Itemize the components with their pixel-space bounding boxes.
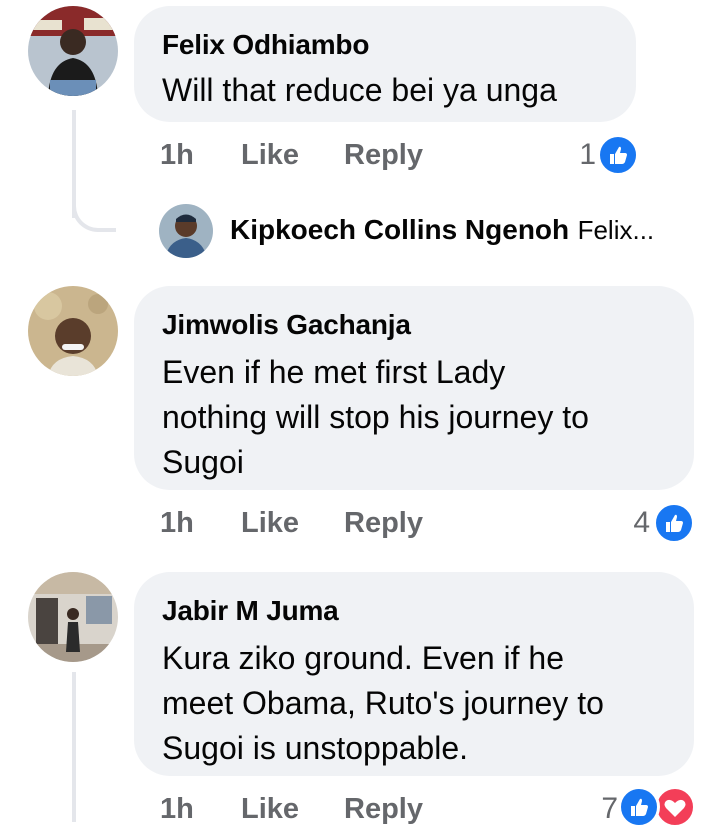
comment-text-line: Sugoi xyxy=(162,444,244,480)
avatar[interactable] xyxy=(159,204,213,258)
like-reaction-icon xyxy=(597,134,639,176)
reaction-count[interactable]: 4 xyxy=(614,506,650,540)
comment-text-line: Even if he met first Lady xyxy=(162,354,506,390)
comment-text: Kura ziko ground. Even if he meet Obama,… xyxy=(162,636,668,771)
comment-text-line: Kura ziko ground. Even if he xyxy=(162,640,565,676)
like-reaction-icon xyxy=(653,502,695,544)
comment-text: Will that reduce bei ya unga xyxy=(162,72,557,108)
comment-text: Even if he met first Lady nothing will s… xyxy=(162,350,668,485)
comment-text-line: nothing will stop his journey to xyxy=(162,399,589,435)
comment-timestamp[interactable]: 1h xyxy=(160,792,194,826)
reply-author[interactable]: Kipkoech Collins Ngenoh xyxy=(230,214,569,245)
reply-button[interactable]: Reply xyxy=(344,792,423,826)
comment-bubble: Jabir M Juma Kura ziko ground. Even if h… xyxy=(134,572,694,776)
like-button[interactable]: Like xyxy=(241,138,299,172)
reply-button[interactable]: Reply xyxy=(344,138,423,172)
comment-author[interactable]: Felix Odhiambo xyxy=(162,28,610,62)
comment-text-line: meet Obama, Ruto's journey to xyxy=(162,685,604,721)
avatar[interactable] xyxy=(28,572,118,662)
like-button[interactable]: Like xyxy=(241,792,299,826)
comment-actions: 1h Like Reply xyxy=(0,506,720,540)
comment-bubble: Felix Odhiambo Will that reduce bei ya u… xyxy=(134,6,636,122)
comment-bubble: Jimwolis Gachanja Even if he met first L… xyxy=(134,286,694,490)
reply-preview[interactable]: Kipkoech Collins Ngenoh Felix... xyxy=(230,212,654,253)
avatar[interactable] xyxy=(28,6,118,96)
reply-snippet: Felix... xyxy=(577,215,655,245)
like-button[interactable]: Like xyxy=(241,506,299,540)
comment-author[interactable]: Jabir M Juma xyxy=(162,594,668,628)
avatar[interactable] xyxy=(28,286,118,376)
thread-line-curve xyxy=(72,180,116,232)
comment-timestamp[interactable]: 1h xyxy=(160,506,194,540)
comment-author[interactable]: Jimwolis Gachanja xyxy=(162,308,668,342)
comment-text-line: Sugoi is unstoppable. xyxy=(162,730,468,766)
comment-timestamp[interactable]: 1h xyxy=(160,138,194,172)
reaction-count[interactable]: 7 xyxy=(582,792,618,826)
reply-button[interactable]: Reply xyxy=(344,506,423,540)
reaction-count[interactable]: 1 xyxy=(560,138,596,172)
